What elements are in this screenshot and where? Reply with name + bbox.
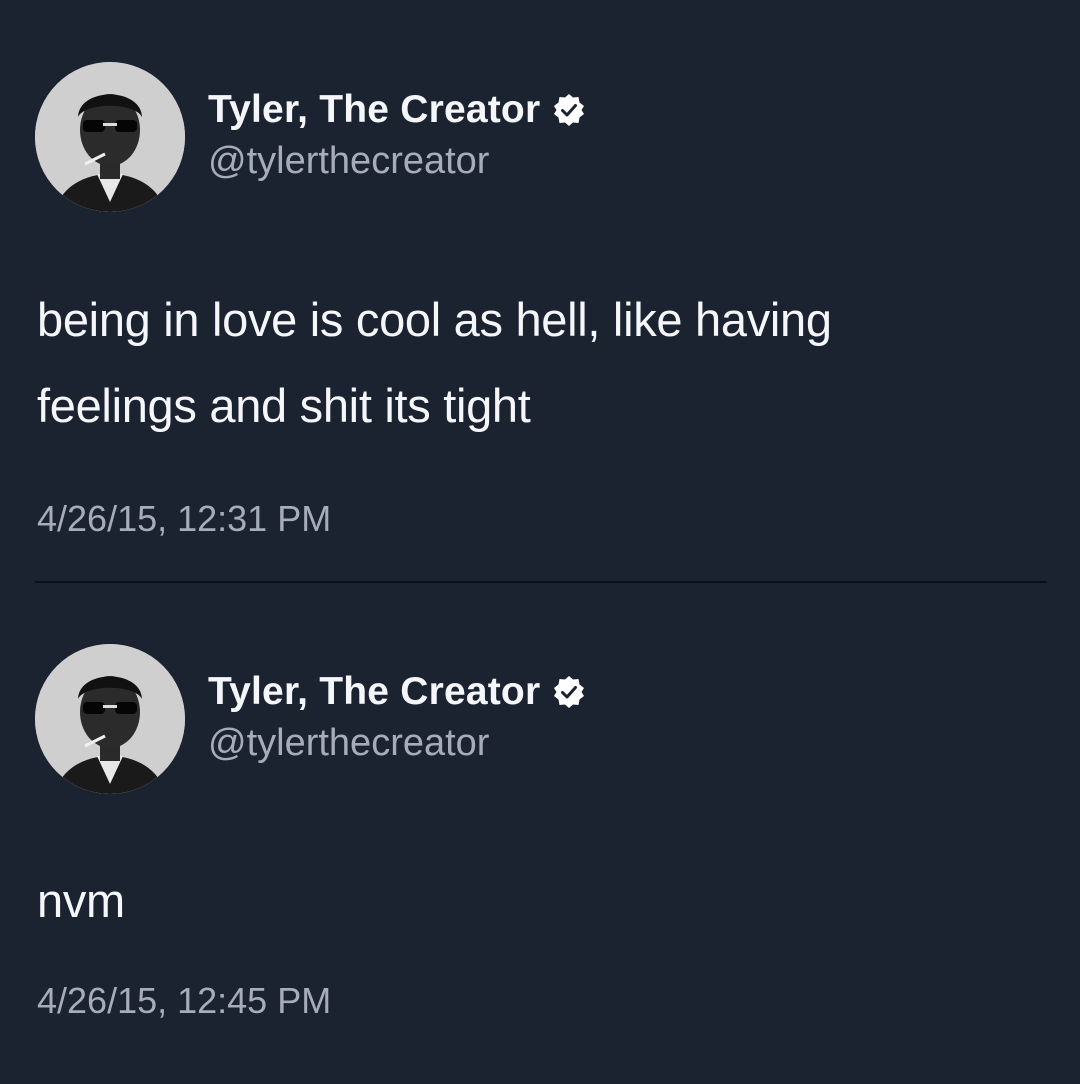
verified-badge-icon [554,676,585,708]
tweet-header: Tyler, The Creator @tylerthecreator [35,62,1035,212]
tweet-text-line: nvm [37,874,125,927]
avatar[interactable] [35,644,185,794]
author-name-row: Tyler, The Creator [208,668,586,716]
author-display-name[interactable]: Tyler, The Creator [208,670,540,714]
avatar-photo-icon [35,62,185,212]
tweet-text: being in love is cool as hell, like havi… [37,277,1037,449]
author-display-name[interactable]: Tyler, The Creator [208,88,540,132]
avatar-photo-icon [35,644,185,794]
author-handle[interactable]: @tylerthecreator [208,722,489,765]
tweet-header: Tyler, The Creator @tylerthecreator [35,644,1035,794]
verified-badge-icon [554,94,585,126]
tweet-text-line: feelings and shit its tight [37,379,531,432]
tweet-timestamp[interactable]: 4/26/15, 12:45 PM [37,980,331,1022]
tweet-text-line: being in love is cool as hell, like havi… [37,293,832,346]
author-name-row: Tyler, The Creator [208,86,586,134]
author-handle[interactable]: @tylerthecreator [208,140,489,183]
tweet-text: nvm [37,858,1037,944]
avatar[interactable] [35,62,185,212]
tweet-timestamp[interactable]: 4/26/15, 12:31 PM [37,498,331,540]
divider [35,581,1047,583]
